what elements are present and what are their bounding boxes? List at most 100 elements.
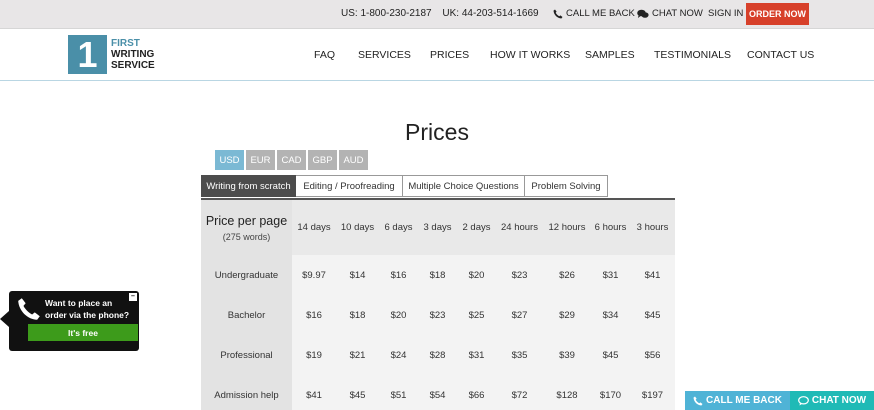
price-cell[interactable]: $35	[496, 335, 543, 375]
deadline-header: 6 days	[379, 199, 418, 255]
price-cell[interactable]: $56	[630, 335, 675, 375]
call-me-back-button[interactable]: CALL ME BACK	[685, 391, 790, 410]
price-cell[interactable]: $21	[336, 335, 379, 375]
logo-line-2: WRITING	[111, 49, 155, 60]
logo-text: FIRST WRITING SERVICE	[111, 38, 155, 71]
chat-now-link[interactable]: CHAT NOW	[637, 8, 703, 19]
deadline-header: 14 days	[292, 199, 336, 255]
sign-in-link[interactable]: SIGN IN	[708, 8, 743, 19]
chat-bubbles-icon	[637, 9, 649, 18]
price-table-header: Price per page (275 words) 14 days 10 da…	[201, 199, 675, 255]
price-cell[interactable]: $45	[630, 295, 675, 335]
table-row: Bachelor $16 $18 $20 $23 $25 $27 $29 $34…	[201, 295, 675, 335]
table-row: Undergraduate $9.97 $14 $16 $18 $20 $23 …	[201, 255, 675, 295]
price-cell[interactable]: $23	[496, 255, 543, 295]
price-cell[interactable]: $28	[418, 335, 457, 375]
currency-cad[interactable]: CAD	[277, 150, 306, 170]
logo-line-3: SERVICE	[111, 60, 155, 71]
table-row: Admission help $41 $45 $51 $54 $66 $72 $…	[201, 375, 675, 410]
nav-contact-us[interactable]: CONTACT US	[747, 49, 814, 61]
academic-level: Undergraduate	[201, 255, 292, 295]
academic-level: Admission help	[201, 375, 292, 410]
currency-usd[interactable]: USD	[215, 150, 244, 170]
deadline-header: 10 days	[336, 199, 379, 255]
sign-in-label: SIGN IN	[708, 8, 744, 19]
chat-now-label: CHAT NOW	[652, 8, 703, 19]
page-title: Prices	[405, 119, 469, 145]
academic-level: Bachelor	[201, 295, 292, 335]
price-per-page-words: (275 words)	[222, 231, 271, 242]
nav-samples[interactable]: SAMPLES	[585, 49, 635, 61]
price-cell[interactable]: $41	[292, 375, 336, 410]
nav-prices[interactable]: PRICES	[430, 49, 469, 61]
currency-switcher: USD EUR CAD GBP AUD	[215, 150, 368, 170]
phone-numbers: US: 1-800-230-2187 UK: 44-203-514-1669	[341, 8, 539, 19]
price-cell[interactable]: $170	[591, 375, 630, 410]
price-cell[interactable]: $24	[379, 335, 418, 375]
phone-icon	[553, 9, 563, 18]
phone-icon	[18, 298, 40, 320]
logo-number: 1	[77, 34, 98, 75]
service-tabs: Writing from scratch Editing / Proofread…	[201, 175, 608, 197]
currency-gbp[interactable]: GBP	[308, 150, 337, 170]
price-cell[interactable]: $72	[496, 375, 543, 410]
call-me-back-link[interactable]: CALL ME BACK	[553, 8, 635, 19]
tab-writing-from-scratch[interactable]: Writing from scratch	[201, 175, 296, 197]
price-cell[interactable]: $19	[292, 335, 336, 375]
price-cell[interactable]: $34	[591, 295, 630, 335]
logo-mark: 1	[68, 35, 107, 74]
deadline-header: 2 days	[457, 199, 496, 255]
price-cell[interactable]: $51	[379, 375, 418, 410]
price-cell[interactable]: $41	[630, 255, 675, 295]
nav-testimonials[interactable]: TESTIMONIALS	[654, 49, 731, 61]
price-cell[interactable]: $18	[336, 295, 379, 335]
popup-message: Want to place an order via the phone?	[45, 298, 130, 320]
price-cell[interactable]: $66	[457, 375, 496, 410]
site-logo[interactable]: 1 FIRST WRITING SERVICE	[68, 35, 155, 74]
price-cell[interactable]: $31	[457, 335, 496, 375]
price-cell[interactable]: $23	[418, 295, 457, 335]
price-cell[interactable]: $25	[457, 295, 496, 335]
price-cell[interactable]: $16	[379, 255, 418, 295]
call-me-back-label: CALL ME BACK	[706, 395, 782, 406]
phone-order-popup: – Want to place an order via the phone? …	[9, 291, 139, 351]
tab-editing-proofreading[interactable]: Editing / Proofreading	[296, 175, 403, 197]
price-cell[interactable]: $20	[457, 255, 496, 295]
chat-now-button[interactable]: CHAT NOW	[790, 391, 874, 410]
price-cell[interactable]: $54	[418, 375, 457, 410]
phone-uk[interactable]: UK: 44-203-514-1669	[442, 8, 538, 19]
price-cell[interactable]: $18	[418, 255, 457, 295]
price-cell[interactable]: $29	[543, 295, 591, 335]
currency-aud[interactable]: AUD	[339, 150, 368, 170]
popup-close-button[interactable]: –	[129, 293, 137, 301]
price-cell[interactable]: $45	[591, 335, 630, 375]
price-cell[interactable]: $26	[543, 255, 591, 295]
order-now-button[interactable]: ORDER NOW	[746, 3, 809, 25]
price-cell[interactable]: $31	[591, 255, 630, 295]
chat-now-label: CHAT NOW	[811, 395, 867, 406]
popup-pointer	[0, 311, 9, 327]
price-cell[interactable]: $197	[630, 375, 675, 410]
deadline-header: 6 hours	[591, 199, 630, 255]
price-cell[interactable]: $20	[379, 295, 418, 335]
price-per-page-label: Price per page	[205, 213, 288, 228]
price-cell[interactable]: $9.97	[292, 255, 336, 295]
nav-how-it-works[interactable]: HOW IT WORKS	[490, 49, 570, 61]
currency-eur[interactable]: EUR	[246, 150, 275, 170]
nav-services[interactable]: SERVICES	[358, 49, 411, 61]
price-cell[interactable]: $16	[292, 295, 336, 335]
call-me-back-label: CALL ME BACK	[566, 8, 635, 19]
tab-multiple-choice-questions[interactable]: Multiple Choice Questions	[403, 175, 525, 197]
deadline-header: 3 days	[418, 199, 457, 255]
its-free-button[interactable]: It's free	[28, 324, 138, 341]
tab-problem-solving[interactable]: Problem Solving	[525, 175, 608, 197]
top-bar: US: 1-800-230-2187 UK: 44-203-514-1669 C…	[0, 0, 874, 29]
price-cell[interactable]: $128	[543, 375, 591, 410]
price-cell[interactable]: $39	[543, 335, 591, 375]
price-cell[interactable]: $27	[496, 295, 543, 335]
price-cell[interactable]: $45	[336, 375, 379, 410]
phone-us[interactable]: US: 1-800-230-2187	[341, 8, 432, 19]
nav-faq[interactable]: FAQ	[314, 49, 335, 61]
price-cell[interactable]: $14	[336, 255, 379, 295]
price-per-page-header: Price per page (275 words)	[201, 199, 292, 255]
